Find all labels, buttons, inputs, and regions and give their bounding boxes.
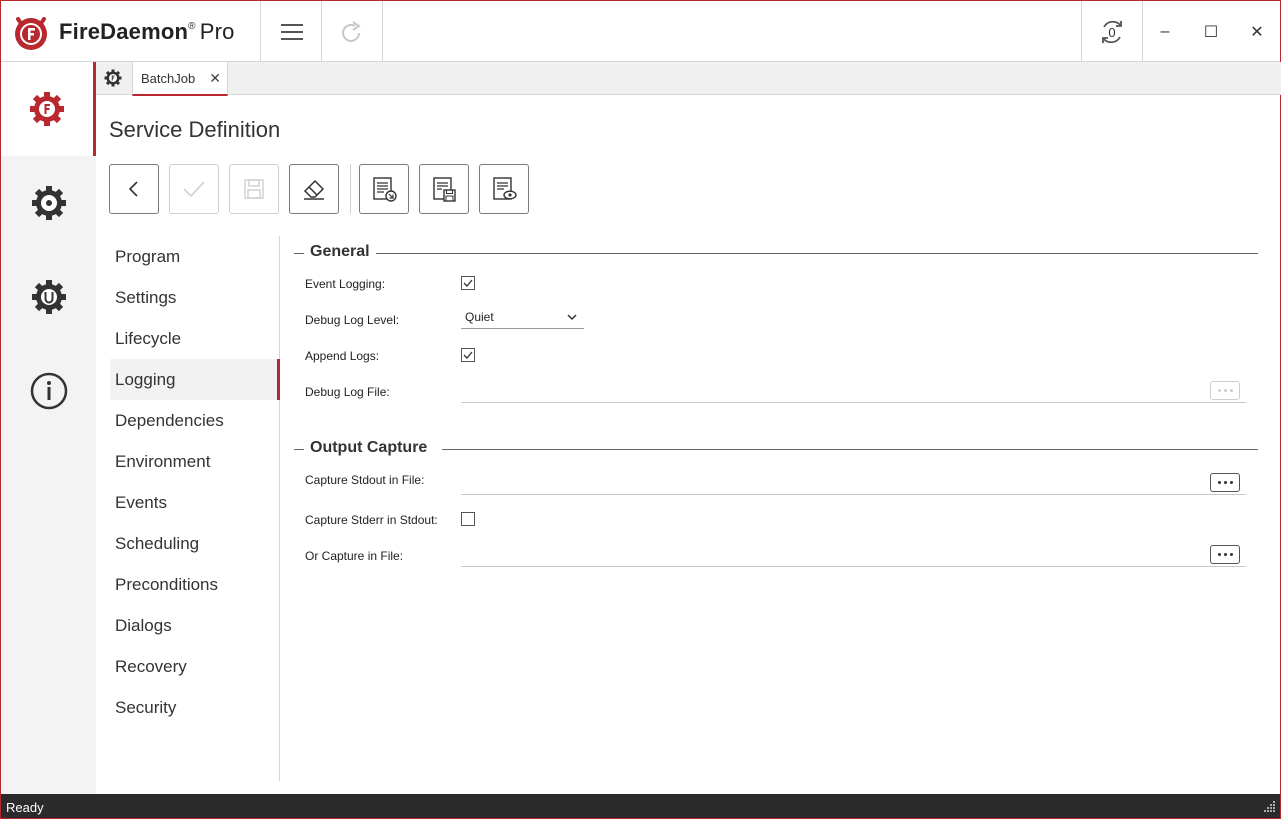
- document-save-icon: [433, 177, 456, 202]
- section-item-environment[interactable]: Environment: [110, 441, 279, 482]
- clear-button[interactable]: [289, 164, 339, 214]
- save-icon: [244, 179, 264, 199]
- browse-capture-file-button[interactable]: [1210, 545, 1240, 564]
- capture-stdout-input[interactable]: [461, 473, 1246, 495]
- hamburger-icon: [280, 23, 303, 40]
- apply-button[interactable]: [169, 164, 219, 214]
- debug-log-level-select[interactable]: Quiet: [461, 307, 584, 329]
- capture-stderr-label: Capture Stderr in Stdout:: [305, 513, 438, 527]
- app-name: FireDaemon® Pro: [59, 19, 235, 44]
- section-item-security[interactable]: Security: [110, 687, 279, 728]
- rail-item-services[interactable]: [1, 62, 96, 156]
- debug-log-file-label: Debug Log File:: [305, 385, 390, 399]
- section-item-dialogs[interactable]: Dialogs: [110, 605, 279, 646]
- section-item-preconditions[interactable]: Preconditions: [110, 564, 279, 605]
- rail-item-updates[interactable]: [1, 250, 96, 344]
- toolbar-separator: [350, 164, 351, 214]
- eraser-icon: [303, 179, 325, 200]
- capture-stderr-checkbox[interactable]: [461, 512, 475, 526]
- or-capture-file-input[interactable]: [461, 545, 1246, 567]
- redo-icon: [342, 20, 361, 42]
- firedaemon-logo-icon: [15, 17, 47, 50]
- back-button[interactable]: [109, 164, 159, 214]
- rail-item-about[interactable]: [1, 344, 96, 438]
- info-icon: [30, 372, 67, 410]
- firedaemon-gear-icon: [30, 92, 64, 126]
- event-logging-checkbox[interactable]: [461, 276, 475, 290]
- view-button[interactable]: [479, 164, 529, 214]
- rail-item-settings[interactable]: [1, 156, 96, 250]
- export-button[interactable]: [359, 164, 409, 214]
- checkmark-icon: [183, 181, 205, 198]
- minimize-button[interactable]: –: [1142, 1, 1188, 62]
- refresh-counter-icon: 0: [1102, 20, 1122, 43]
- app-window: FireDaemon® Pro 0 – ☐ ✕ BatchJob ✕ Servi…: [0, 0, 1281, 819]
- tab-label: BatchJob: [141, 70, 196, 86]
- page-title: Service Definition: [109, 117, 281, 142]
- status-bar: Ready: [1, 794, 1280, 818]
- debug-log-file-input[interactable]: [461, 381, 1246, 403]
- section-item-scheduling[interactable]: Scheduling: [110, 523, 279, 564]
- chevron-left-icon: [128, 181, 138, 197]
- chevron-down-icon: [567, 314, 577, 321]
- maximize-button[interactable]: ☐: [1188, 1, 1234, 62]
- section-item-program[interactable]: Program: [110, 236, 279, 277]
- tab-close-icon[interactable]: ✕: [209, 70, 221, 87]
- app-logo: FireDaemon® Pro: [11, 11, 235, 53]
- browse-debug-log-file-button[interactable]: [1210, 381, 1240, 400]
- checkmark-icon: [463, 279, 473, 287]
- redo-button[interactable]: [321, 1, 383, 62]
- document-view-icon: [493, 177, 517, 200]
- event-logging-label: Event Logging:: [305, 277, 386, 291]
- append-logs-label: Append Logs:: [305, 349, 380, 363]
- refresh-count: 0: [1108, 25, 1115, 40]
- tab-batchjob[interactable]: BatchJob ✕: [132, 62, 228, 96]
- save-button[interactable]: [229, 164, 279, 214]
- checkmark-icon: [463, 351, 473, 359]
- section-item-events[interactable]: Events: [110, 482, 279, 523]
- tab-home-button[interactable]: [96, 62, 130, 94]
- debug-log-level-label: Debug Log Level:: [305, 313, 400, 327]
- general-group-header: General: [294, 243, 1258, 263]
- close-button[interactable]: ✕: [1234, 1, 1280, 62]
- document-export-icon: [373, 177, 397, 202]
- status-text: Ready: [6, 800, 44, 815]
- section-item-lifecycle[interactable]: Lifecycle: [110, 318, 279, 359]
- capture-stdout-label: Capture Stdout in File:: [305, 473, 425, 487]
- section-nav: Program Settings Lifecycle Logging Depen…: [110, 236, 280, 781]
- title-bar: FireDaemon® Pro 0 – ☐ ✕: [1, 1, 1280, 62]
- general-group-title: General: [310, 243, 376, 261]
- append-logs-checkbox[interactable]: [461, 348, 475, 362]
- output-capture-group-header: Output Capture: [294, 439, 1258, 459]
- browse-stdout-file-button[interactable]: [1210, 473, 1240, 492]
- save-as-button[interactable]: [419, 164, 469, 214]
- section-item-dependencies[interactable]: Dependencies: [110, 400, 279, 441]
- or-capture-file-label: Or Capture in File:: [305, 549, 404, 563]
- menu-button[interactable]: [260, 1, 322, 62]
- service-gear-icon: [104, 69, 122, 87]
- section-item-recovery[interactable]: Recovery: [110, 646, 279, 687]
- section-item-logging[interactable]: Logging: [110, 359, 280, 400]
- output-capture-group-title: Output Capture: [310, 439, 434, 457]
- refresh-button[interactable]: 0: [1081, 1, 1143, 62]
- debug-log-level-value: Quiet: [465, 310, 494, 324]
- section-item-settings[interactable]: Settings: [110, 277, 279, 318]
- update-gear-icon: [31, 280, 66, 314]
- nav-rail: [1, 62, 96, 794]
- tab-strip: BatchJob ✕: [96, 62, 1281, 96]
- resize-grip-icon[interactable]: [1264, 800, 1276, 812]
- gear-icon: [31, 186, 66, 220]
